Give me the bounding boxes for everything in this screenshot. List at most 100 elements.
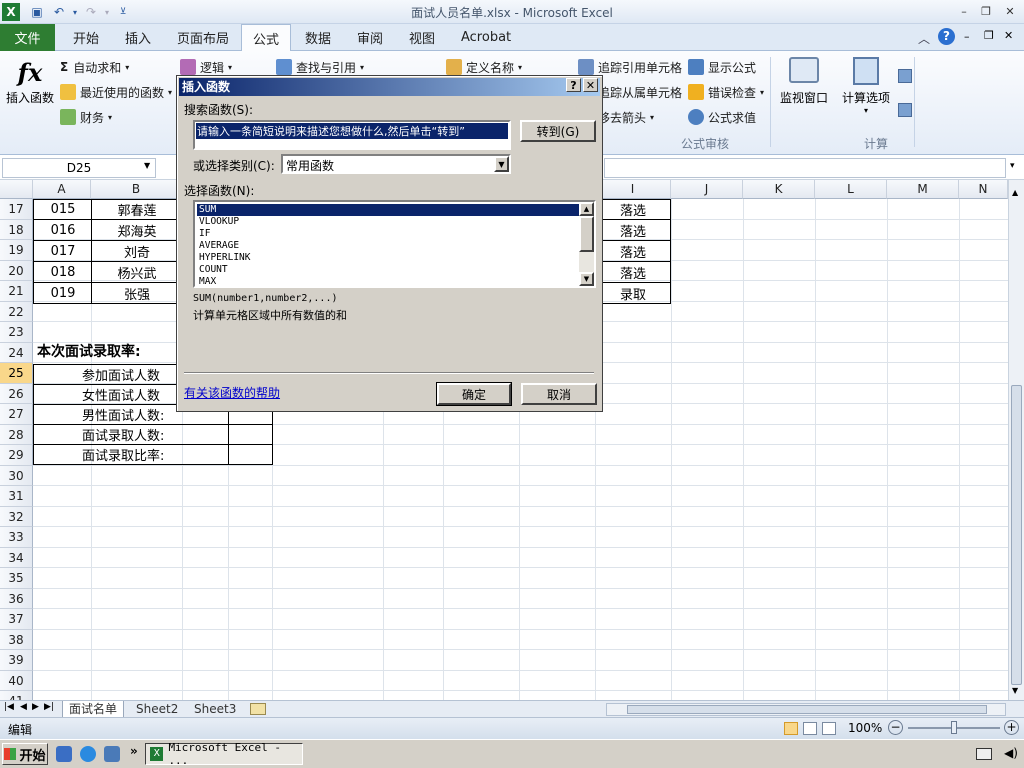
sheet-tab-sheet2[interactable]: Sheet2	[130, 701, 184, 718]
column-header-a[interactable]: A	[33, 180, 91, 199]
tab-view[interactable]: 视图	[398, 24, 446, 51]
row-header-27[interactable]: 27	[0, 404, 33, 425]
cell-d29[interactable]	[228, 444, 273, 465]
tab-insert[interactable]: 插入	[114, 24, 162, 51]
restore-button[interactable]: ❐	[976, 2, 996, 20]
row-header-35[interactable]: 35	[0, 568, 33, 589]
tab-file[interactable]: 文件	[0, 24, 55, 51]
zoom-out-icon[interactable]: −	[888, 720, 903, 735]
row-header-19[interactable]: 19	[0, 240, 33, 261]
row-header-18[interactable]: 18	[0, 219, 33, 240]
tab-formulas[interactable]: 公式	[241, 24, 292, 52]
row-header-37[interactable]: 37	[0, 609, 33, 630]
row-header-20[interactable]: 20	[0, 260, 33, 281]
zoom-in-icon[interactable]: +	[1004, 720, 1019, 735]
row-header-24[interactable]: 24	[0, 342, 33, 363]
row-header-32[interactable]: 32	[0, 506, 33, 527]
cell-i21[interactable]: 录取	[595, 283, 671, 304]
list-scroll-thumb[interactable]	[579, 216, 594, 252]
function-item-if[interactable]: IF	[197, 228, 579, 240]
row-header-22[interactable]: 22	[0, 301, 33, 322]
function-list-scrollbar[interactable]: ▲ ▼	[579, 202, 594, 286]
close-button[interactable]: ✕	[1000, 2, 1020, 20]
autosum-button[interactable]: Σ 自动求和 ▾	[60, 56, 129, 78]
calc-now-icon[interactable]	[898, 69, 912, 83]
list-scroll-up-icon[interactable]: ▲	[579, 202, 594, 216]
list-scroll-down-icon[interactable]: ▼	[579, 272, 594, 286]
sheet-nav-next-icon[interactable]: ▶	[32, 702, 39, 712]
row-header-28[interactable]: 28	[0, 424, 33, 445]
ok-button[interactable]: 确定	[436, 382, 512, 406]
cell-a18[interactable]: 016	[33, 220, 92, 241]
select-all[interactable]	[0, 180, 33, 199]
cell-b20[interactable]: 杨兴武	[91, 262, 183, 283]
evaluate-formula-button[interactable]: 公式求值	[688, 106, 756, 128]
zoom-slider-thumb[interactable]	[951, 721, 957, 734]
row-header-23[interactable]: 23	[0, 322, 33, 343]
column-header-m[interactable]: M	[887, 180, 959, 199]
tray-volume-icon[interactable]: ◀)	[1004, 746, 1018, 760]
cell-i20[interactable]: 落选	[595, 262, 671, 283]
row-header-40[interactable]: 40	[0, 670, 33, 691]
doc-close-icon[interactable]: ✕	[1004, 29, 1013, 42]
cell-b18[interactable]: 郑海英	[91, 220, 183, 241]
tab-data[interactable]: 数据	[294, 24, 342, 51]
function-item-average[interactable]: AVERAGE	[197, 240, 579, 252]
function-item-max[interactable]: MAX	[197, 276, 579, 286]
error-checking-button[interactable]: 错误检查 ▾	[688, 81, 764, 103]
horizontal-scrollbar[interactable]	[606, 703, 1006, 716]
tab-home[interactable]: 开始	[62, 24, 110, 51]
collapse-ribbon-icon[interactable]: ︿	[918, 30, 930, 47]
scroll-up-icon[interactable]: ▲	[1012, 188, 1018, 197]
column-header-b[interactable]: B	[91, 180, 182, 199]
hscroll-thumb[interactable]	[627, 705, 987, 714]
scroll-down-icon[interactable]: ▼	[1012, 686, 1018, 695]
category-dropdown-icon[interactable]: ▼	[494, 156, 509, 172]
tray-keyboard-icon[interactable]	[976, 748, 992, 760]
row-header-41[interactable]: 41	[0, 691, 33, 700]
function-list[interactable]: SUM VLOOKUP IF AVERAGE HYPERLINK COUNT M…	[193, 200, 596, 288]
category-select[interactable]: 常用函数 ▼	[281, 154, 511, 174]
row-header-39[interactable]: 39	[0, 650, 33, 671]
search-function-input[interactable]: 请输入一条简短说明来描述您想做什么,然后单击“转到”	[193, 120, 511, 150]
function-item-vlookup[interactable]: VLOOKUP	[197, 216, 579, 228]
row-header-38[interactable]: 38	[0, 629, 33, 650]
expand-formula-icon[interactable]: ▾	[1010, 161, 1015, 171]
dialog-close-button[interactable]: ✕	[583, 78, 598, 92]
help-icon[interactable]: ?	[938, 28, 955, 45]
tab-page-layout[interactable]: 页面布局	[166, 24, 240, 51]
cell-a21[interactable]: 019	[33, 283, 92, 304]
dialog-help-button[interactable]: ?	[566, 78, 581, 92]
name-box[interactable]: D25	[2, 158, 156, 178]
financial-button[interactable]: 财务 ▾	[60, 106, 112, 128]
row-header-26[interactable]: 26	[0, 383, 33, 404]
row-header-34[interactable]: 34	[0, 547, 33, 568]
function-item-sum[interactable]: SUM	[197, 204, 579, 216]
calc-sheet-icon[interactable]	[898, 103, 912, 117]
tab-review[interactable]: 审阅	[346, 24, 394, 51]
page-break-view-icon[interactable]	[822, 722, 836, 735]
cell-d28[interactable]	[228, 424, 273, 445]
go-button[interactable]: 转到(G)	[520, 120, 596, 142]
row-header-21[interactable]: 21	[0, 281, 33, 302]
summary-title[interactable]: 本次面试录取率:	[37, 340, 141, 362]
formula-input[interactable]	[604, 158, 1006, 178]
sheet-tab-sheet3[interactable]: Sheet3	[188, 701, 242, 718]
tab-acrobat[interactable]: Acrobat	[450, 24, 522, 51]
function-item-count[interactable]: COUNT	[197, 264, 579, 276]
watch-window-button[interactable]: 监视窗口	[778, 55, 830, 113]
column-header-n[interactable]: N	[959, 180, 1008, 199]
column-header-i[interactable]: I	[595, 180, 671, 199]
function-help-link[interactable]: 有关该函数的帮助	[184, 384, 280, 401]
column-header-k[interactable]: K	[743, 180, 815, 199]
show-formulas-button[interactable]: 显示公式	[688, 56, 756, 78]
insert-function-button[interactable]: fx 插入函数	[4, 57, 56, 113]
scroll-thumb[interactable]	[1011, 385, 1022, 685]
recently-used-button[interactable]: 最近使用的函数 ▾	[60, 81, 172, 103]
quicklaunch-more-icon[interactable]: »	[130, 744, 138, 758]
cancel-button[interactable]: 取消	[521, 383, 597, 405]
vertical-scrollbar[interactable]: ▲ ▼	[1008, 180, 1024, 700]
cell-a17[interactable]: 015	[33, 199, 92, 220]
sheet-nav-prev-icon[interactable]: ◀	[20, 702, 27, 712]
function-item-hyperlink[interactable]: HYPERLINK	[197, 252, 579, 264]
